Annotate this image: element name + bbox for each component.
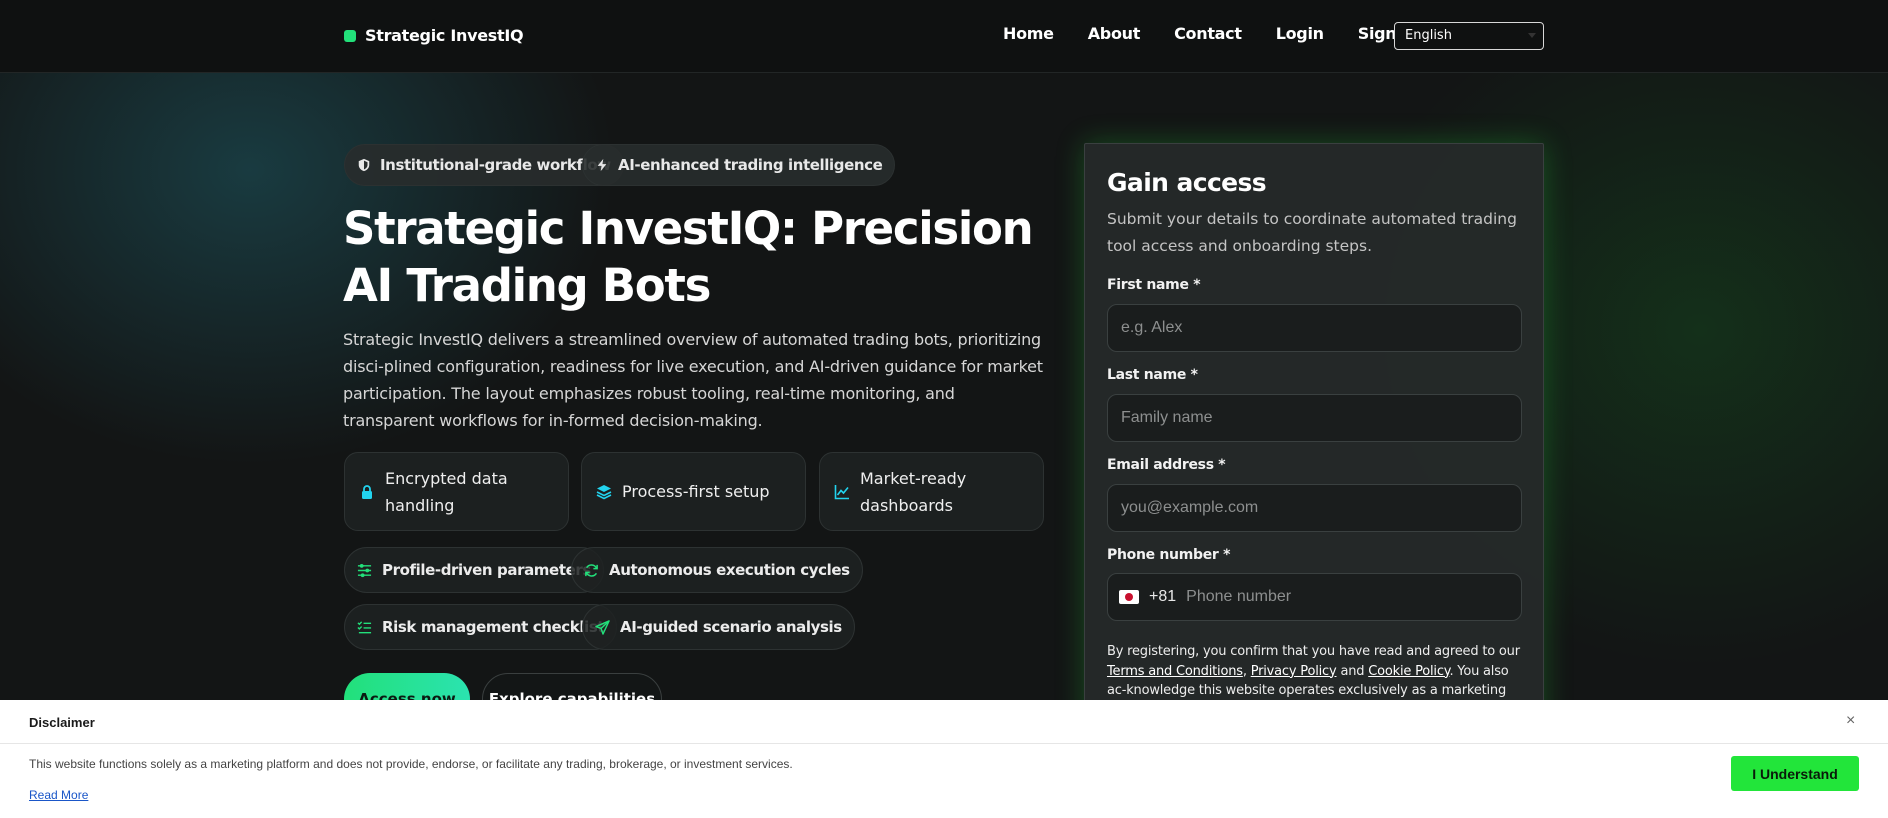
last-name-field[interactable] xyxy=(1107,394,1522,442)
disclaimer-banner: Disclaimer × This website functions sole… xyxy=(0,700,1888,818)
japan-flag-icon[interactable] xyxy=(1119,590,1139,604)
chip-ai-scenario-label: AI-guided scenario analysis xyxy=(620,618,842,636)
badge-ai-enhanced-label: AI-enhanced trading intelligence xyxy=(618,156,883,174)
chip-risk-checklist-label: Risk management checklist xyxy=(382,618,605,636)
consent-and: and xyxy=(1340,663,1365,679)
chip-profile-parameters: Profile-driven parameters xyxy=(344,547,604,593)
terms-link[interactable]: Terms and Conditions xyxy=(1107,664,1243,679)
close-icon[interactable]: × xyxy=(1846,712,1855,730)
form-subtitle: Submit your details to coordinate automa… xyxy=(1107,210,1517,255)
feature-card-process-label: Process-first setup xyxy=(622,482,770,501)
read-more-link[interactable]: Read More xyxy=(29,788,88,802)
phone-label: Phone number * xyxy=(1107,547,1231,563)
hero-description: Strategic InvestIQ delivers a streamline… xyxy=(343,330,1043,430)
feature-card-encrypted-label: Encrypted data handling xyxy=(385,468,508,515)
nav-login-link[interactable]: Login xyxy=(1276,24,1324,43)
feature-card-process: Process-first setup xyxy=(581,452,806,531)
shield-icon xyxy=(358,158,370,172)
consent-prefix: By registering, you confirm that you hav… xyxy=(1107,644,1520,659)
phone-country-code[interactable]: +81 xyxy=(1149,588,1176,606)
feature-card-dashboards-label: Market-ready dashboards xyxy=(860,468,967,515)
chip-risk-checklist: Risk management checklist xyxy=(344,604,618,650)
badge-ai-enhanced: AI-enhanced trading intelligence xyxy=(582,144,896,186)
top-nav-bar: Strategic InvestIQ Home About Contact Lo… xyxy=(0,0,1888,73)
main-nav: Home About Contact Login Sign Up xyxy=(1003,24,1460,43)
chip-ai-scenario: AI-guided scenario analysis xyxy=(582,604,855,650)
nav-contact-link[interactable]: Contact xyxy=(1174,24,1242,43)
brand-dot-icon xyxy=(344,29,356,42)
checklist-icon xyxy=(357,620,372,633)
bolt-icon xyxy=(597,158,607,172)
brand-name: Strategic InvestIQ xyxy=(365,26,524,45)
nav-home-link[interactable]: Home xyxy=(1003,24,1054,43)
badge-institutional-label: Institutional-grade workflow xyxy=(380,156,611,174)
nav-about-link[interactable]: About xyxy=(1088,24,1141,43)
chart-icon xyxy=(834,484,849,499)
phone-field[interactable] xyxy=(1186,588,1487,606)
hero-title: Strategic InvestIQ: Precision AI Trading… xyxy=(343,202,1034,312)
feature-card-encrypted: Encrypted data handling xyxy=(344,452,569,531)
language-value: English xyxy=(1405,28,1452,43)
last-name-label: Last name * xyxy=(1107,367,1198,383)
disclaimer-header: Disclaimer × xyxy=(0,700,1888,744)
i-understand-button[interactable]: I Understand xyxy=(1731,756,1859,791)
layers-icon xyxy=(596,484,612,499)
chevron-down-icon xyxy=(1528,33,1536,38)
signup-form: Gain access Submit your details to coord… xyxy=(1084,143,1544,763)
brand-logo[interactable]: Strategic InvestIQ xyxy=(344,26,524,45)
sliders-icon xyxy=(357,563,372,577)
disclaimer-title: Disclaimer xyxy=(29,715,95,730)
send-icon xyxy=(595,619,610,635)
chip-autonomous-cycles-label: Autonomous execution cycles xyxy=(609,561,850,579)
language-select[interactable]: English xyxy=(1394,22,1544,50)
first-name-field[interactable] xyxy=(1107,304,1522,352)
first-name-label: First name * xyxy=(1107,277,1201,293)
privacy-link[interactable]: Privacy Policy xyxy=(1251,664,1337,679)
refresh-icon xyxy=(585,563,598,577)
feature-card-dashboards: Market-ready dashboards xyxy=(819,452,1044,531)
chip-autonomous-cycles: Autonomous execution cycles xyxy=(571,547,863,593)
email-label: Email address * xyxy=(1107,457,1226,473)
lock-icon xyxy=(362,484,372,499)
disclaimer-text: This website functions solely as a marke… xyxy=(29,757,793,771)
form-title: Gain access xyxy=(1107,168,1267,197)
chip-profile-parameters-label: Profile-driven parameters xyxy=(382,561,591,579)
email-field[interactable] xyxy=(1107,484,1522,532)
phone-field-group: +81 xyxy=(1107,573,1522,621)
cookie-link[interactable]: Cookie Policy xyxy=(1368,664,1449,679)
